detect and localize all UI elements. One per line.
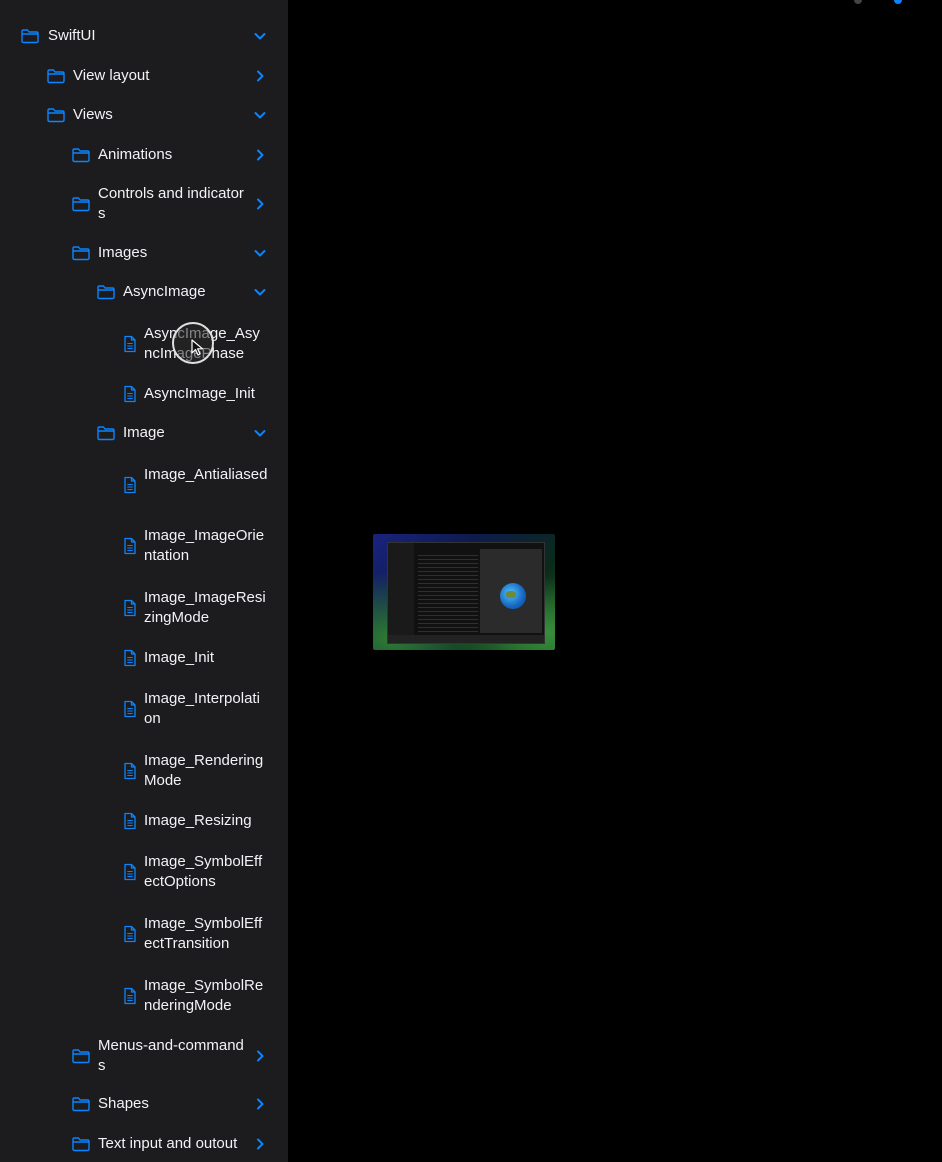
sidebar-file-image-resizing[interactable]: Image_Resizing xyxy=(0,801,288,841)
folder-icon xyxy=(71,194,91,214)
folder-icon xyxy=(46,66,66,86)
sidebar-item-label: Images xyxy=(98,244,148,261)
sidebar-folder-views[interactable]: Views xyxy=(0,95,288,135)
folder-icon xyxy=(71,1094,91,1114)
thumbnail-window xyxy=(387,542,545,644)
sidebar-file-image-imageresizingmode[interactable]: Image_ImageResizingMode xyxy=(0,587,288,629)
sidebar-item-label: Image_SymbolRenderingMode xyxy=(144,977,264,1014)
sidebar-folder-swiftui[interactable]: SwiftUI xyxy=(0,16,288,56)
chevron-down-icon[interactable] xyxy=(252,107,268,123)
sidebar-folder-controls-and-indicators[interactable]: Controls and indicators xyxy=(0,183,288,225)
sidebar-item-label: AsyncImage xyxy=(123,283,206,300)
folder-icon xyxy=(71,243,91,263)
sidebar-item-label: Views xyxy=(73,106,113,123)
document-icon xyxy=(120,536,140,556)
sidebar-file-asyncimage-init[interactable]: AsyncImage_Init xyxy=(0,374,288,414)
sidebar-file-image-init[interactable]: Image_Init xyxy=(0,638,288,678)
sidebar-folder-view-layout[interactable]: View layout xyxy=(0,56,288,96)
sidebar-item-label: Image_ImageOrientation xyxy=(144,527,265,564)
document-icon xyxy=(120,334,140,354)
folder-icon xyxy=(96,282,116,302)
sidebar-item-label: SwiftUI xyxy=(48,27,96,44)
sidebar-file-image-antialiased[interactable]: Image_Antialiased xyxy=(0,464,288,506)
thumbnail-code xyxy=(418,555,478,635)
sidebar-item-label: Image_Antialiased xyxy=(144,466,268,483)
chevron-down-icon[interactable] xyxy=(252,425,268,441)
sidebar-file-image-interpolation[interactable]: Image_Interpolation xyxy=(0,688,288,730)
thumbnail-sidebar xyxy=(388,543,414,643)
folder-icon xyxy=(96,423,116,443)
folder-icon xyxy=(20,26,40,46)
chevron-down-icon[interactable] xyxy=(252,245,268,261)
globe-icon xyxy=(500,583,526,609)
toolbar-indicator[interactable] xyxy=(854,0,862,4)
document-icon xyxy=(120,811,140,831)
sidebar-file-image-symbolrenderingmode[interactable]: Image_SymbolRenderingMode xyxy=(0,975,288,1017)
sidebar-item-label: Image xyxy=(123,424,165,441)
chevron-right-icon[interactable] xyxy=(252,196,268,212)
sidebar-folder-text-input-and-outout[interactable]: Text input and outout xyxy=(0,1124,288,1162)
thumbnail-status-bar xyxy=(388,635,544,643)
sidebar-file-image-imageorientation[interactable]: Image_ImageOrientation xyxy=(0,525,288,567)
sidebar-item-label: Image_Interpolation xyxy=(144,690,260,727)
document-icon xyxy=(120,862,140,882)
sidebar-file-image-symboleffectoptions[interactable]: Image_SymbolEffectOptions xyxy=(0,851,288,893)
sidebar-item-label: Text input and outout xyxy=(98,1135,238,1152)
document-icon xyxy=(120,986,140,1006)
document-icon xyxy=(120,699,140,719)
sidebar-folder-images[interactable]: Images xyxy=(0,233,288,273)
chevron-down-icon[interactable] xyxy=(252,28,268,44)
folder-icon xyxy=(46,105,66,125)
folder-icon xyxy=(71,145,91,165)
sidebar-item-label: Menus-and-commands xyxy=(98,1037,244,1074)
sidebar-item-label: Shapes xyxy=(98,1095,149,1112)
toolbar-indicator-accent[interactable] xyxy=(894,0,902,4)
sidebar-folder-menus-and-commands[interactable]: Menus-and-commands xyxy=(0,1035,288,1077)
document-icon xyxy=(120,924,140,944)
sidebar-item-label: Image_Init xyxy=(144,649,215,666)
document-icon xyxy=(120,475,140,495)
sidebar-file-asyncimage-asyncimagephase[interactable]: AsyncImage_AsyncImagePhase xyxy=(0,323,288,365)
sidebar-item-label: Image_Resizing xyxy=(144,812,252,829)
document-icon xyxy=(120,761,140,781)
document-icon xyxy=(120,384,140,404)
chevron-down-icon[interactable] xyxy=(252,284,268,300)
sidebar-item-label: Animations xyxy=(98,146,173,163)
sidebar-folder-image[interactable]: Image xyxy=(0,413,288,453)
video-thumbnail-preview[interactable] xyxy=(373,534,555,650)
sidebar-folder-shapes[interactable]: Shapes xyxy=(0,1084,288,1124)
sidebar-folder-asyncimage[interactable]: AsyncImage xyxy=(0,272,288,312)
sidebar-item-label: Image_SymbolEffectTransition xyxy=(144,915,263,952)
sidebar-item-label: Image_RenderingMode xyxy=(144,752,264,789)
document-icon xyxy=(120,598,140,618)
chevron-right-icon[interactable] xyxy=(252,1136,268,1152)
sidebar-item-label: Controls and indicators xyxy=(98,185,244,222)
pointer-cursor-icon xyxy=(172,322,214,364)
sidebar-folder-animations[interactable]: Animations xyxy=(0,135,288,175)
chevron-right-icon[interactable] xyxy=(252,1048,268,1064)
folder-icon xyxy=(71,1046,91,1066)
chevron-right-icon[interactable] xyxy=(252,1096,268,1112)
chevron-right-icon[interactable] xyxy=(252,147,268,163)
chevron-right-icon[interactable] xyxy=(252,68,268,84)
sidebar-navigator: SwiftUI View layout Views Animations Control… xyxy=(0,0,288,1162)
sidebar-item-label: Image_SymbolEffectOptions xyxy=(144,853,263,890)
sidebar-item-label: Image_ImageResizingMode xyxy=(144,589,266,626)
folder-icon xyxy=(71,1134,91,1154)
sidebar-file-image-renderingmode[interactable]: Image_RenderingMode xyxy=(0,750,288,792)
sidebar-item-label: View layout xyxy=(73,67,150,84)
sidebar-file-image-symboleffecttransition[interactable]: Image_SymbolEffectTransition xyxy=(0,913,288,955)
sidebar-item-label: AsyncImage_Init xyxy=(144,385,255,402)
document-icon xyxy=(120,648,140,668)
